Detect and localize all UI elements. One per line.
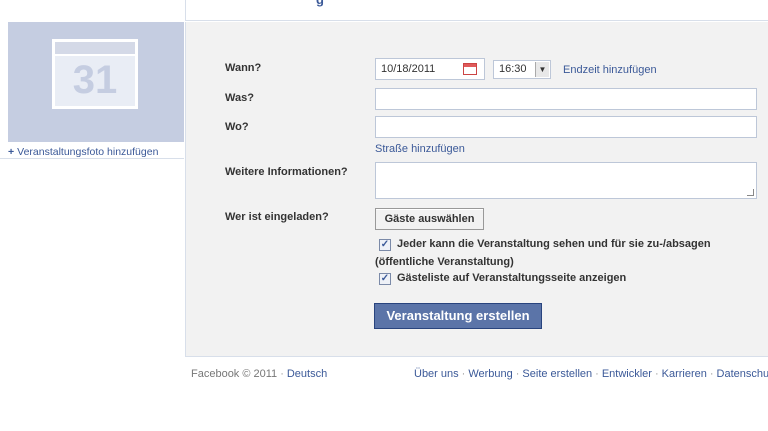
what-label: Was? xyxy=(225,92,254,104)
invited-label: Wer ist eingeladen? xyxy=(225,211,329,223)
public-event-sublabel: (öffentliche Veranstaltung) xyxy=(375,256,514,268)
time-select[interactable]: 16:30 ▼ xyxy=(493,60,551,79)
what-input[interactable] xyxy=(375,88,757,110)
footer-link-about[interactable]: Über uns xyxy=(414,368,459,380)
footer-link-careers[interactable]: Karrieren xyxy=(662,368,707,380)
select-guests-button[interactable]: Gäste auswählen xyxy=(375,208,484,230)
add-photo-label: Veranstaltungsfoto hinzufügen xyxy=(17,146,159,158)
add-street-link[interactable]: Straße hinzufügen xyxy=(375,143,465,155)
where-input[interactable] xyxy=(375,116,757,138)
time-value: 16:30 xyxy=(499,63,527,75)
show-guestlist-checkbox[interactable]: ✓ xyxy=(379,273,391,285)
more-info-label: Weitere Informationen? xyxy=(225,166,348,178)
plus-icon: + xyxy=(8,146,15,158)
chevron-down-icon: ▼ xyxy=(535,62,549,77)
date-value: 10/18/2011 xyxy=(381,63,436,75)
public-event-checkbox[interactable]: ✓ xyxy=(379,239,391,251)
resize-handle-icon[interactable] xyxy=(747,189,754,196)
footer-left: Facebook © 2011 · Deutsch xyxy=(191,368,328,380)
divider xyxy=(0,158,184,159)
footer-links: Über uns · Werbung · Seite erstellen · Entwick… xyxy=(414,368,768,380)
when-label: Wann? xyxy=(225,62,262,74)
copyright-text: Facebook © 2011 xyxy=(191,368,278,380)
footer-link-advertising[interactable]: Werbung xyxy=(468,368,512,380)
create-event-button[interactable]: Veranstaltung erstellen xyxy=(374,303,542,329)
footer-link-create-page[interactable]: Seite erstellen xyxy=(522,368,592,380)
footer-link-developers[interactable]: Entwickler xyxy=(602,368,652,380)
show-guestlist-label: Gästeliste auf Veranstaltungsseite anzei… xyxy=(397,272,627,284)
add-event-photo-link[interactable]: + Veranstaltungsfoto hinzufügen xyxy=(8,146,158,158)
calendar-day-number: 31 xyxy=(72,58,118,102)
add-end-time-link[interactable]: Endzeit hinzufügen xyxy=(563,64,657,76)
more-info-textarea[interactable] xyxy=(375,162,757,199)
calendar-icon: 31 xyxy=(52,39,138,109)
top-header-strip: g xyxy=(185,0,768,21)
public-event-label: Jeder kann die Veranstaltung sehen und f… xyxy=(397,238,711,250)
event-photo-placeholder: 31 xyxy=(8,22,184,142)
footer-link-privacy[interactable]: Datenschutz xyxy=(717,368,768,380)
where-label: Wo? xyxy=(225,121,249,133)
date-input[interactable]: 10/18/2011 xyxy=(375,58,485,80)
page-title-fragment: g xyxy=(316,0,324,7)
language-link[interactable]: Deutsch xyxy=(287,368,327,380)
calendar-picker-icon[interactable] xyxy=(463,63,477,75)
